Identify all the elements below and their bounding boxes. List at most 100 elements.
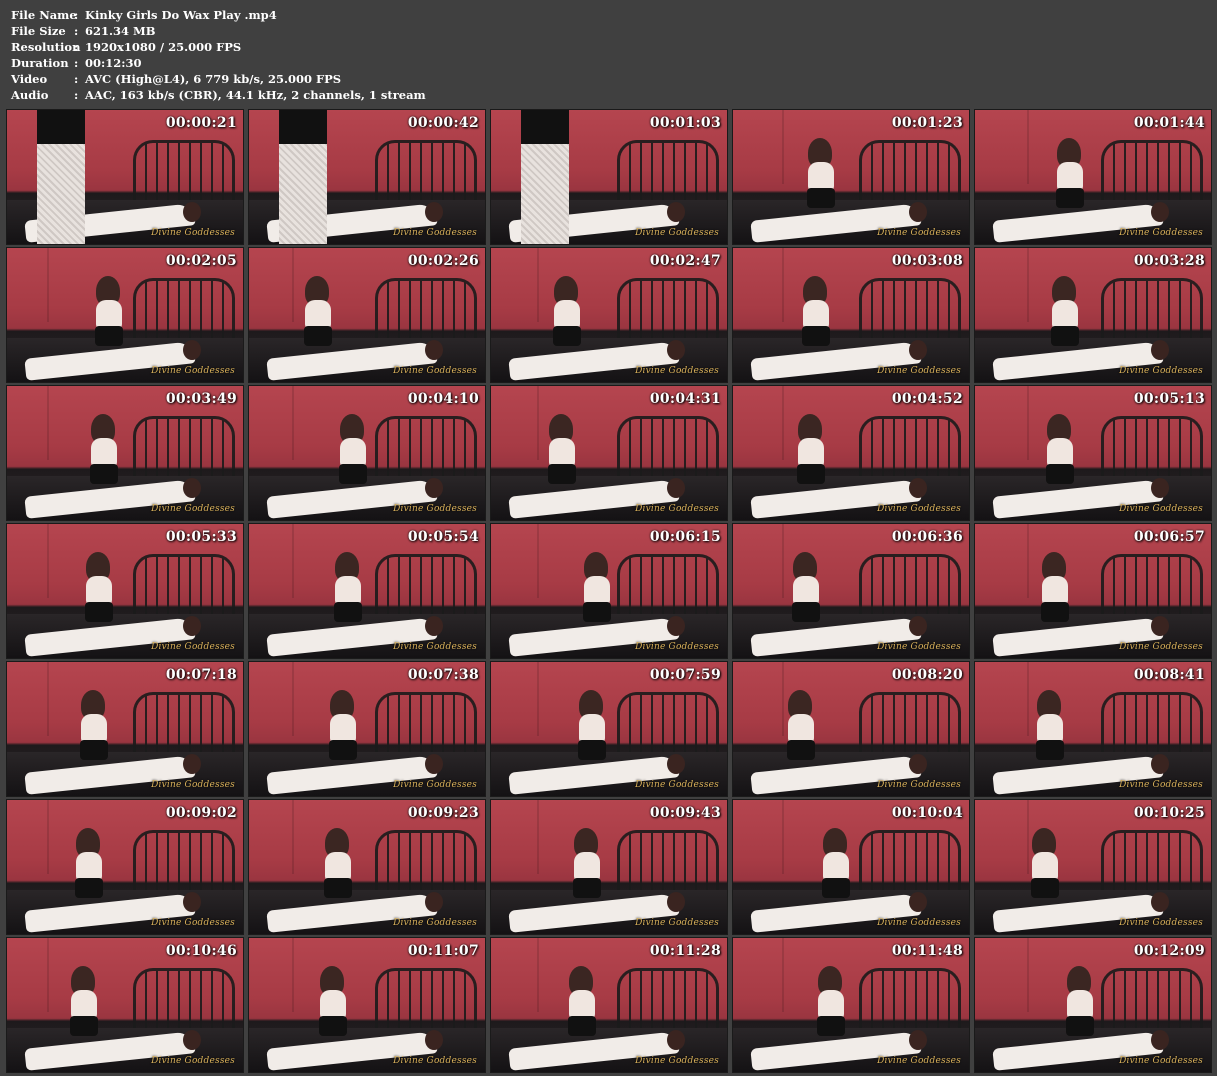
bed-headboard-graphic xyxy=(133,692,235,757)
watermark-logo: Divine Goddesses xyxy=(1119,504,1203,514)
info-separator: : xyxy=(74,40,79,54)
thumbnail-timestamp: 00:02:47 xyxy=(649,253,721,269)
watermark-logo: Divine Goddesses xyxy=(877,504,961,514)
video-thumbnail: 00:04:10 Divine Goddesses xyxy=(248,385,486,521)
video-thumbnail: 00:03:49 Divine Goddesses xyxy=(6,385,244,521)
bed-headboard-graphic xyxy=(1101,968,1203,1033)
info-value: 1920x1080 / 25.000 FPS xyxy=(85,40,242,54)
thumbnail-timestamp: 00:05:33 xyxy=(165,529,237,545)
video-thumbnail: 00:03:28 Divine Goddesses xyxy=(974,247,1212,383)
bed-headboard-graphic xyxy=(133,140,235,205)
watermark-logo: Divine Goddesses xyxy=(1119,1056,1203,1066)
bed-headboard-graphic xyxy=(1101,416,1203,481)
info-value: Kinky Girls Do Wax Play .mp4 xyxy=(85,8,277,22)
file-info-panel: File Name: Kinky Girls Do Wax Play .mp4 Fi… xyxy=(11,7,426,103)
info-separator: : xyxy=(74,8,79,22)
info-row: Video: AVC (High@L4), 6 779 kb/s, 25.000 … xyxy=(11,71,426,87)
watermark-logo: Divine Goddesses xyxy=(635,918,719,928)
video-thumbnail: 00:03:08 Divine Goddesses xyxy=(732,247,970,383)
watermark-logo: Divine Goddesses xyxy=(877,1056,961,1066)
video-thumbnail: 00:04:31 Divine Goddesses xyxy=(490,385,728,521)
video-thumbnail: 00:01:23 Divine Goddesses xyxy=(732,109,970,245)
watermark-logo: Divine Goddesses xyxy=(1119,228,1203,238)
thumbnail-timestamp: 00:01:23 xyxy=(891,115,963,131)
watermark-logo: Divine Goddesses xyxy=(1119,366,1203,376)
thumbnail-timestamp: 00:03:28 xyxy=(1133,253,1205,269)
thumbnail-timestamp: 00:06:36 xyxy=(891,529,963,545)
bed-headboard-graphic xyxy=(133,416,235,481)
bed-headboard-graphic xyxy=(859,140,961,205)
watermark-logo: Divine Goddesses xyxy=(393,1056,477,1066)
thumbnail-timestamp: 00:00:42 xyxy=(407,115,479,131)
bed-headboard-graphic xyxy=(1101,140,1203,205)
bed-headboard-graphic xyxy=(375,278,477,343)
thumbnail-timestamp: 00:08:20 xyxy=(891,667,963,683)
video-thumbnail: 00:11:07 Divine Goddesses xyxy=(248,937,486,1073)
bed-headboard-graphic xyxy=(859,830,961,895)
watermark-logo: Divine Goddesses xyxy=(151,366,235,376)
watermark-logo: Divine Goddesses xyxy=(1119,642,1203,652)
bed-headboard-graphic xyxy=(375,140,477,205)
thumbnail-timestamp: 00:07:59 xyxy=(649,667,721,683)
bed-headboard-graphic xyxy=(617,830,719,895)
thumbnail-timestamp: 00:11:48 xyxy=(891,943,963,959)
thumbnail-timestamp: 00:10:46 xyxy=(165,943,237,959)
info-row: Audio: AAC, 163 kb/s (CBR), 44.1 kHz, 2 c… xyxy=(11,87,426,103)
video-thumbnail: 00:10:46 Divine Goddesses xyxy=(6,937,244,1073)
info-row: Duration:00:12:30 xyxy=(11,55,426,71)
thumbnail-timestamp: 00:06:57 xyxy=(1133,529,1205,545)
watermark-logo: Divine Goddesses xyxy=(877,228,961,238)
thumbnail-timestamp: 00:03:08 xyxy=(891,253,963,269)
video-thumbnail: 00:10:25 Divine Goddesses xyxy=(974,799,1212,935)
info-label: Duration xyxy=(11,56,69,70)
video-thumbnail: 00:08:41 Divine Goddesses xyxy=(974,661,1212,797)
video-thumbnail: 00:10:04 Divine Goddesses xyxy=(732,799,970,935)
video-thumbnail: 00:09:43 Divine Goddesses xyxy=(490,799,728,935)
bed-headboard-graphic xyxy=(133,278,235,343)
thumbnail-timestamp: 00:09:43 xyxy=(649,805,721,821)
video-thumbnail: 00:05:54 Divine Goddesses xyxy=(248,523,486,659)
info-value: AAC, 163 kb/s (CBR), 44.1 kHz, 2 channel… xyxy=(85,88,426,102)
thumbnail-timestamp: 00:10:04 xyxy=(891,805,963,821)
video-thumbnail: 00:08:20 Divine Goddesses xyxy=(732,661,970,797)
video-thumbnail: 00:11:28 Divine Goddesses xyxy=(490,937,728,1073)
thumbnail-timestamp: 00:11:07 xyxy=(407,943,479,959)
bed-headboard-graphic xyxy=(617,554,719,619)
video-thumbnail: 00:07:18 Divine Goddesses xyxy=(6,661,244,797)
watermark-logo: Divine Goddesses xyxy=(635,504,719,514)
watermark-logo: Divine Goddesses xyxy=(635,780,719,790)
watermark-logo: Divine Goddesses xyxy=(877,918,961,928)
info-label: File Size xyxy=(11,24,66,38)
thumbnail-timestamp: 00:04:52 xyxy=(891,391,963,407)
bed-headboard-graphic xyxy=(375,692,477,757)
bed-headboard-graphic xyxy=(133,968,235,1033)
video-thumbnail: 00:04:52 Divine Goddesses xyxy=(732,385,970,521)
watermark-logo: Divine Goddesses xyxy=(151,642,235,652)
video-thumbnail: 00:01:44 Divine Goddesses xyxy=(974,109,1212,245)
video-thumbnail: 00:05:13 Divine Goddesses xyxy=(974,385,1212,521)
watermark-logo: Divine Goddesses xyxy=(877,780,961,790)
bed-headboard-graphic xyxy=(617,278,719,343)
video-thumbnail: 00:05:33 Divine Goddesses xyxy=(6,523,244,659)
bed-headboard-graphic xyxy=(859,692,961,757)
info-label: Audio xyxy=(11,88,49,102)
thumbnail-timestamp: 00:09:02 xyxy=(165,805,237,821)
info-value: AVC (High@L4), 6 779 kb/s, 25.000 FPS xyxy=(85,72,342,86)
watermark-logo: Divine Goddesses xyxy=(635,228,719,238)
thumbnail-timestamp: 00:01:44 xyxy=(1133,115,1205,131)
bed-headboard-graphic xyxy=(133,830,235,895)
watermark-logo: Divine Goddesses xyxy=(635,642,719,652)
thumbnail-timestamp: 00:06:15 xyxy=(649,529,721,545)
video-thumbnail: 00:06:36 Divine Goddesses xyxy=(732,523,970,659)
watermark-logo: Divine Goddesses xyxy=(635,366,719,376)
thumbnail-timestamp: 00:12:09 xyxy=(1133,943,1205,959)
bed-headboard-graphic xyxy=(375,416,477,481)
bed-headboard-graphic xyxy=(1101,692,1203,757)
watermark-logo: Divine Goddesses xyxy=(635,1056,719,1066)
video-thumbnail: 00:06:57 Divine Goddesses xyxy=(974,523,1212,659)
video-thumbnail: 00:07:38 Divine Goddesses xyxy=(248,661,486,797)
video-thumbnail: 00:12:09 Divine Goddesses xyxy=(974,937,1212,1073)
thumbnail-timestamp: 00:02:26 xyxy=(407,253,479,269)
thumbnail-timestamp: 00:00:21 xyxy=(165,115,237,131)
bed-headboard-graphic xyxy=(859,416,961,481)
